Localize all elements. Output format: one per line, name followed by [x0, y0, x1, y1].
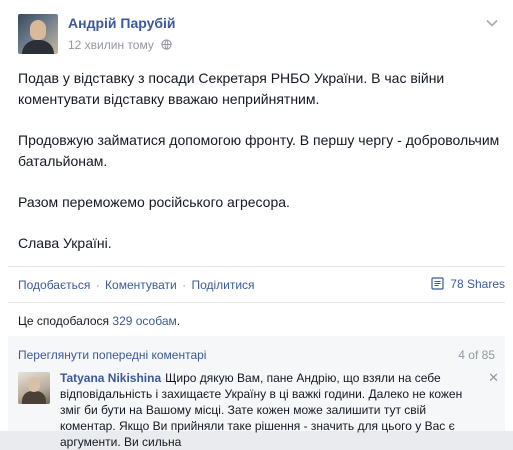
globe-icon: [161, 39, 172, 53]
avatar-face: [28, 377, 40, 392]
author-name[interactable]: Андрій Парубій: [68, 15, 176, 31]
likes-prefix: Це сподобалося: [18, 314, 113, 328]
chevron-down-icon[interactable]: [485, 16, 499, 30]
post-meta: 12 хвилин тому: [68, 38, 172, 53]
comments-count: 4 of 85: [458, 348, 495, 362]
post-paragraph: Продовжую займатися допомогою фронту. В …: [18, 132, 500, 169]
share-link[interactable]: Поділитися: [191, 278, 254, 292]
separator: ·: [182, 278, 187, 292]
shares-count[interactable]: 78 Shares: [431, 277, 505, 293]
share-icon: [431, 277, 447, 293]
like-link[interactable]: Подобається: [18, 278, 90, 292]
divider: [8, 266, 505, 267]
likes-summary: Це сподобалося 329 особам.: [18, 314, 180, 328]
comment-link[interactable]: Коментувати: [105, 278, 177, 292]
close-icon[interactable]: ✕: [488, 371, 499, 384]
author-avatar[interactable]: [18, 14, 58, 54]
separator: ·: [95, 278, 100, 292]
comment-text: Tatyana Nikishina Щиро дякую Вам, пане Ан…: [60, 370, 480, 450]
commenter-avatar[interactable]: [18, 372, 50, 404]
post-paragraph: Подав у відставку з посади Секретаря РНБ…: [18, 70, 445, 107]
divider: [8, 302, 505, 303]
avatar-face: [30, 20, 46, 40]
avatar-shoulders: [22, 40, 54, 54]
commenter-name[interactable]: Tatyana Nikishina: [60, 371, 161, 385]
avatar-body: [22, 391, 46, 404]
post-paragraph: Разом переможемо російського агресора.: [18, 194, 290, 210]
post-actions: Подобається · Коментувати · Поділитися: [18, 278, 255, 292]
shares-label: 78 Shares: [450, 277, 505, 291]
post-body: Подав у відставку з посади Секретаря РНБ…: [18, 68, 508, 274]
post-header: Андрій Парубій 12 хвилин тому: [18, 14, 513, 58]
likes-link[interactable]: 329 особам: [112, 314, 176, 328]
post-paragraph: Слава Україні.: [18, 235, 112, 251]
post-card: Андрій Парубій 12 хвилин тому Подав у ві…: [0, 0, 513, 449]
likes-suffix: .: [176, 314, 181, 328]
comments-section: Переглянути попередні коментарі 4 of 85 …: [8, 336, 505, 449]
post-time[interactable]: 12 хвилин тому: [68, 38, 154, 52]
view-previous-comments[interactable]: Переглянути попередні коментарі: [18, 348, 206, 362]
